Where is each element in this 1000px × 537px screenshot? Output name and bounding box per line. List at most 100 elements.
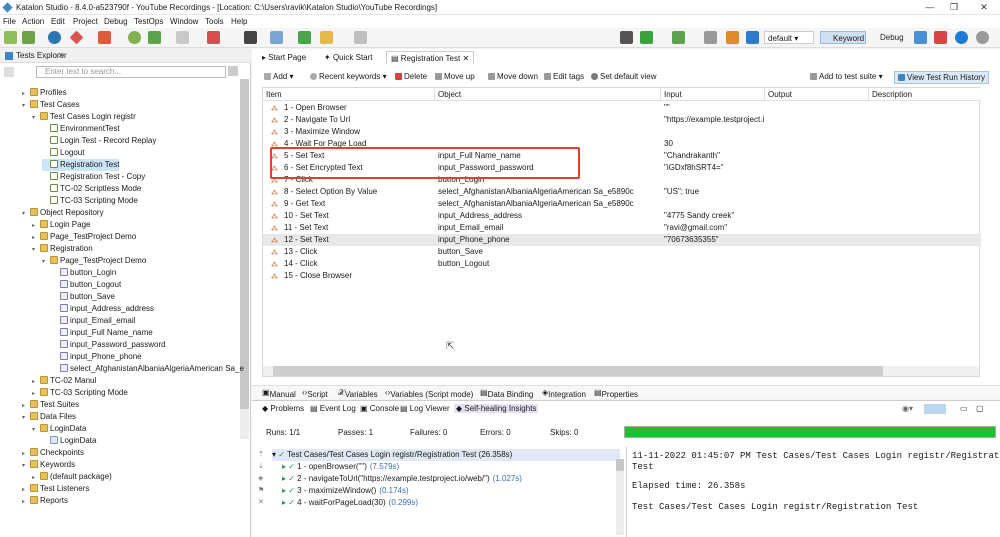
step-input-cell[interactable]: "US"; true <box>661 186 765 198</box>
step-object-cell[interactable] <box>435 126 661 138</box>
chevron-down-icon[interactable]: ▾ <box>42 256 50 268</box>
tab-log-viewer[interactable]: ▤ Log Viewer <box>400 404 450 413</box>
column-input[interactable]: Input <box>661 88 765 101</box>
terminal-icon[interactable] <box>244 31 257 44</box>
step-item-cell[interactable]: 1 - Open Browser <box>281 102 435 114</box>
tab-integration[interactable]: ◈ Integration <box>542 388 586 399</box>
keyword-perspective-button[interactable]: Keyword <box>820 31 866 44</box>
chevron-down-icon[interactable]: ▾ <box>22 208 30 220</box>
move-down-button[interactable]: Move down <box>488 71 538 82</box>
table-row[interactable]: ⁂ 14 - Click button_Logout <box>263 258 981 270</box>
close-tab-icon[interactable]: ✕ <box>58 51 65 60</box>
log-scrollbar[interactable] <box>616 459 624 535</box>
tree-item[interactable]: ▸ Page_TestProject Demo <box>32 231 136 243</box>
menu-edit[interactable]: Edit <box>51 17 65 26</box>
tree-item[interactable]: ▾ Test Cases <box>22 99 80 111</box>
menu-debug[interactable]: Debug <box>104 17 128 26</box>
chevron-down-icon[interactable]: ▾ <box>22 460 30 472</box>
step-input-cell[interactable]: "" <box>661 102 765 114</box>
tree-item[interactable]: ▾ LoginData <box>32 423 86 435</box>
step-input-cell[interactable]: "ravi@gmail.com" <box>661 222 765 234</box>
horizontal-scrollbar[interactable] <box>263 366 979 376</box>
user-avatar-icon[interactable] <box>976 31 989 44</box>
table-row[interactable]: ⁂ 12 - Set Text input_Phone_phone "70673635… <box>263 234 981 246</box>
step-input-cell[interactable] <box>661 174 765 186</box>
step-input-cell[interactable] <box>661 246 765 258</box>
step-object-cell[interactable] <box>435 102 661 114</box>
recent-keywords-button[interactable]: Recent keywords ▾ <box>310 71 387 82</box>
tab-registration-test[interactable]: ▤ Registration Test ✕ <box>386 51 475 64</box>
chevron-right-icon[interactable]: ▸ <box>22 496 30 508</box>
table-row[interactable]: ⁂ 3 - Maximize Window <box>263 126 981 138</box>
step-input-cell[interactable]: "iGDxf8hSRT4=" <box>661 162 765 174</box>
tab-variables-script[interactable]: ‹› Variables (Script mode) <box>385 388 473 399</box>
move-up-button[interactable]: Move up <box>435 71 475 82</box>
tab-properties[interactable]: ▤ Properties <box>594 388 638 399</box>
tree-item[interactable]: TC-02 Scriptless Mode <box>42 183 141 195</box>
table-row[interactable]: ⁂ 11 - Set Text input_Email_email "ravi@gma… <box>263 222 981 234</box>
debug-run-icon[interactable] <box>672 31 685 44</box>
edit-tags-button[interactable]: Edit tags <box>544 71 584 82</box>
spy-icon[interactable] <box>69 30 84 45</box>
tab-event-log[interactable]: ▤ Event Log <box>310 404 356 413</box>
add-icon[interactable] <box>298 31 311 44</box>
menu-project[interactable]: Project <box>73 17 98 26</box>
step-item-cell[interactable]: 13 - Click <box>281 246 435 258</box>
debug-perspective-button[interactable]: Debug <box>868 31 908 44</box>
tree-item[interactable]: ▾ Page_TestProject Demo <box>42 255 146 267</box>
tree-item[interactable]: ▸ Test Suites <box>22 399 79 411</box>
column-description[interactable]: Description <box>869 88 981 101</box>
sidebar-scrollbar[interactable] <box>240 79 249 439</box>
step-item-cell[interactable]: 3 - Maximize Window <box>281 126 435 138</box>
tree-item[interactable]: ▸ TC-03 Scripting Mode <box>32 387 128 399</box>
chevron-down-icon[interactable]: ▾ <box>22 412 30 424</box>
tree-item[interactable]: ▸ Test Listeners <box>22 483 89 495</box>
log-item[interactable]: ▸ ✓ 4 - waitForPageLoad(30) (0.299s) <box>272 497 620 509</box>
restore-icon[interactable]: ❐ <box>946 2 962 13</box>
tree-item[interactable]: select_AfghanistanAlbaniaAlgeriaAmerican… <box>52 363 244 375</box>
step-item-cell[interactable]: 2 - Navigate To Url <box>281 114 435 126</box>
menu-testops[interactable]: TestOps <box>134 17 163 26</box>
menu-file[interactable]: File <box>3 17 16 26</box>
tree-item[interactable]: Logout <box>42 147 84 159</box>
step-item-cell[interactable]: 15 - Close Browser <box>281 270 435 282</box>
tree-item[interactable]: LoginData <box>42 435 96 447</box>
tree-item[interactable]: Registration Test <box>42 159 120 171</box>
delete-button[interactable]: Delete <box>395 71 427 82</box>
menu-help[interactable]: Help <box>231 17 247 26</box>
run-icon[interactable] <box>640 31 653 44</box>
chevron-down-icon[interactable]: ▾ <box>32 112 40 124</box>
keyword-browser-icon[interactable] <box>270 31 283 44</box>
step-input-cell[interactable]: "4775 Sandy creek" <box>661 210 765 222</box>
tree-item[interactable]: ▾ Data Files <box>22 411 76 423</box>
tree-item[interactable]: ▾ Keywords <box>22 459 75 471</box>
set-default-view-button[interactable]: Set default view <box>591 71 656 82</box>
maximize-panel-icon[interactable]: ▢ <box>976 404 984 413</box>
account-icon[interactable] <box>955 31 968 44</box>
gift-icon[interactable] <box>934 31 947 44</box>
tree-item[interactable]: input_Full Name_name <box>52 327 153 339</box>
step-input-cell[interactable] <box>661 126 765 138</box>
table-row[interactable]: ⁂ 13 - Click button_Save <box>263 246 981 258</box>
tree-item[interactable]: ▸ (default package) <box>32 471 112 483</box>
tab-manual[interactable]: ▣ Manual <box>262 388 296 399</box>
step-input-cell[interactable]: 30 <box>661 138 765 150</box>
menu-window[interactable]: Window <box>170 17 198 26</box>
tree-item[interactable]: button_Login <box>52 267 116 279</box>
column-object[interactable]: Object <box>435 88 661 101</box>
filter-options-icon[interactable] <box>228 66 238 76</box>
back-icon[interactable] <box>48 31 61 44</box>
tree-item[interactable]: input_Email_email <box>52 315 135 327</box>
view-menu-icon[interactable]: ◉▾ <box>902 404 913 413</box>
pause-icon[interactable] <box>726 31 739 44</box>
log-root[interactable]: ▾ ✓ Test Cases/Test Cases Login registr/… <box>272 449 620 461</box>
chevron-down-icon[interactable]: ▾ <box>22 100 30 112</box>
tab-quick-start[interactable]: ✦ Quick Start <box>320 51 377 64</box>
tab-data-binding[interactable]: ▤ Data Binding <box>480 388 533 399</box>
tab-start-page[interactable]: ▸ Start Page <box>258 51 310 64</box>
record-icon[interactable] <box>98 31 111 44</box>
tree-item[interactable]: EnvironmentTest <box>42 123 120 135</box>
table-row[interactable]: ⁂ 8 - Select Option By Value select_Afghan… <box>263 186 981 198</box>
testops-icon[interactable] <box>207 31 220 44</box>
step-object-cell[interactable]: select_AfghanistanAlbaniaAlgeriaAmerican… <box>435 186 661 198</box>
